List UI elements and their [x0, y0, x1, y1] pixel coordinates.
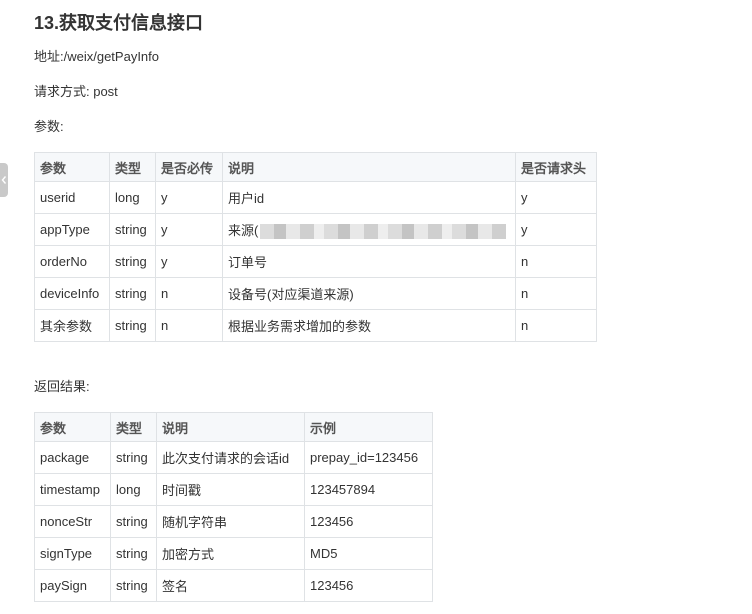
return-label: 返回结果:: [34, 379, 90, 394]
table-cell: 来源(: [222, 213, 516, 246]
column-header: 类型: [109, 152, 156, 182]
table-cell: package: [34, 441, 111, 474]
table-row: orderNo string y 订单号 n: [34, 245, 597, 278]
sidebar-toggle[interactable]: [0, 163, 8, 197]
column-header: 说明: [222, 152, 516, 182]
table-cell: 123456: [304, 569, 433, 602]
table-cell: signType: [34, 537, 111, 570]
table-cell: deviceInfo: [34, 277, 110, 310]
table-cell: y: [155, 213, 223, 246]
table-row: signType string 加密方式 MD5: [34, 537, 433, 570]
table-cell: y: [155, 245, 223, 278]
address-line: 地址:/weix/getPayInfo: [34, 49, 159, 64]
table-header-row: 参数 类型 说明 示例: [34, 412, 433, 442]
description-text: 来源(: [228, 222, 259, 238]
table-cell: paySign: [34, 569, 111, 602]
table-cell: 签名: [156, 569, 305, 602]
table-cell: y: [515, 181, 597, 214]
table-cell: n: [515, 309, 597, 342]
table-cell: n: [155, 309, 223, 342]
table-cell: 加密方式: [156, 537, 305, 570]
table-cell: 时间戳: [156, 473, 305, 506]
redacted-text: [260, 224, 507, 240]
column-header: 类型: [110, 412, 157, 442]
method-line: 请求方式: post: [34, 84, 118, 99]
table-cell: string: [109, 277, 156, 310]
table-cell: string: [109, 245, 156, 278]
table-row: timestamp long 时间戳 123457894: [34, 473, 433, 506]
table-cell: MD5: [304, 537, 433, 570]
table-row: 其余参数 string n 根据业务需求增加的参数 n: [34, 309, 597, 342]
table-cell: long: [110, 473, 157, 506]
table-cell: 订单号: [222, 245, 516, 278]
table-cell: string: [109, 213, 156, 246]
table-cell: 用户id: [222, 181, 516, 214]
table-cell: 此次支付请求的会话id: [156, 441, 305, 474]
table-cell: y: [155, 181, 223, 214]
column-header: 参数: [34, 152, 110, 182]
table-row: appType string y 来源( y: [34, 213, 597, 246]
table-cell: userid: [34, 181, 110, 214]
table-cell: prepay_id=123456: [304, 441, 433, 474]
page-title: 13.获取支付信息接口: [34, 13, 204, 33]
table-cell: nonceStr: [34, 505, 111, 538]
table-cell: n: [155, 277, 223, 310]
table-cell: string: [110, 505, 157, 538]
table-cell: string: [109, 309, 156, 342]
table-cell: n: [515, 277, 597, 310]
params-label: 参数:: [34, 119, 64, 134]
table-cell: string: [110, 569, 157, 602]
params-table: 参数 类型 是否必传 说明 是否请求头 userid long y 用户id y…: [34, 152, 597, 342]
doc-page: 13.获取支付信息接口 地址:/weix/getPayInfo 请求方式: po…: [0, 0, 752, 614]
table-cell: 123457894: [304, 473, 433, 506]
table-header-row: 参数 类型 是否必传 说明 是否请求头: [34, 152, 597, 182]
table-cell: 其余参数: [34, 309, 110, 342]
table-cell: 随机字符串: [156, 505, 305, 538]
table-cell: timestamp: [34, 473, 111, 506]
table-cell: string: [110, 441, 157, 474]
table-row: paySign string 签名 123456: [34, 569, 433, 602]
table-cell: 设备号(对应渠道来源): [222, 277, 516, 310]
table-row: userid long y 用户id y: [34, 181, 597, 214]
table-row: package string 此次支付请求的会话id prepay_id=123…: [34, 441, 433, 474]
column-header: 是否必传: [155, 152, 223, 182]
table-row: nonceStr string 随机字符串 123456: [34, 505, 433, 538]
chevron-left-icon: [1, 176, 7, 184]
table-row: deviceInfo string n 设备号(对应渠道来源) n: [34, 277, 597, 310]
table-cell: n: [515, 245, 597, 278]
table-cell: 123456: [304, 505, 433, 538]
column-header: 参数: [34, 412, 111, 442]
table-cell: string: [110, 537, 157, 570]
column-header: 说明: [156, 412, 305, 442]
column-header: 示例: [304, 412, 433, 442]
table-cell: y: [515, 213, 597, 246]
return-table: 参数 类型 说明 示例 package string 此次支付请求的会话id p…: [34, 412, 433, 602]
table-cell: long: [109, 181, 156, 214]
table-cell: orderNo: [34, 245, 110, 278]
column-header: 是否请求头: [515, 152, 597, 182]
table-cell: appType: [34, 213, 110, 246]
table-cell: 根据业务需求增加的参数: [222, 309, 516, 342]
